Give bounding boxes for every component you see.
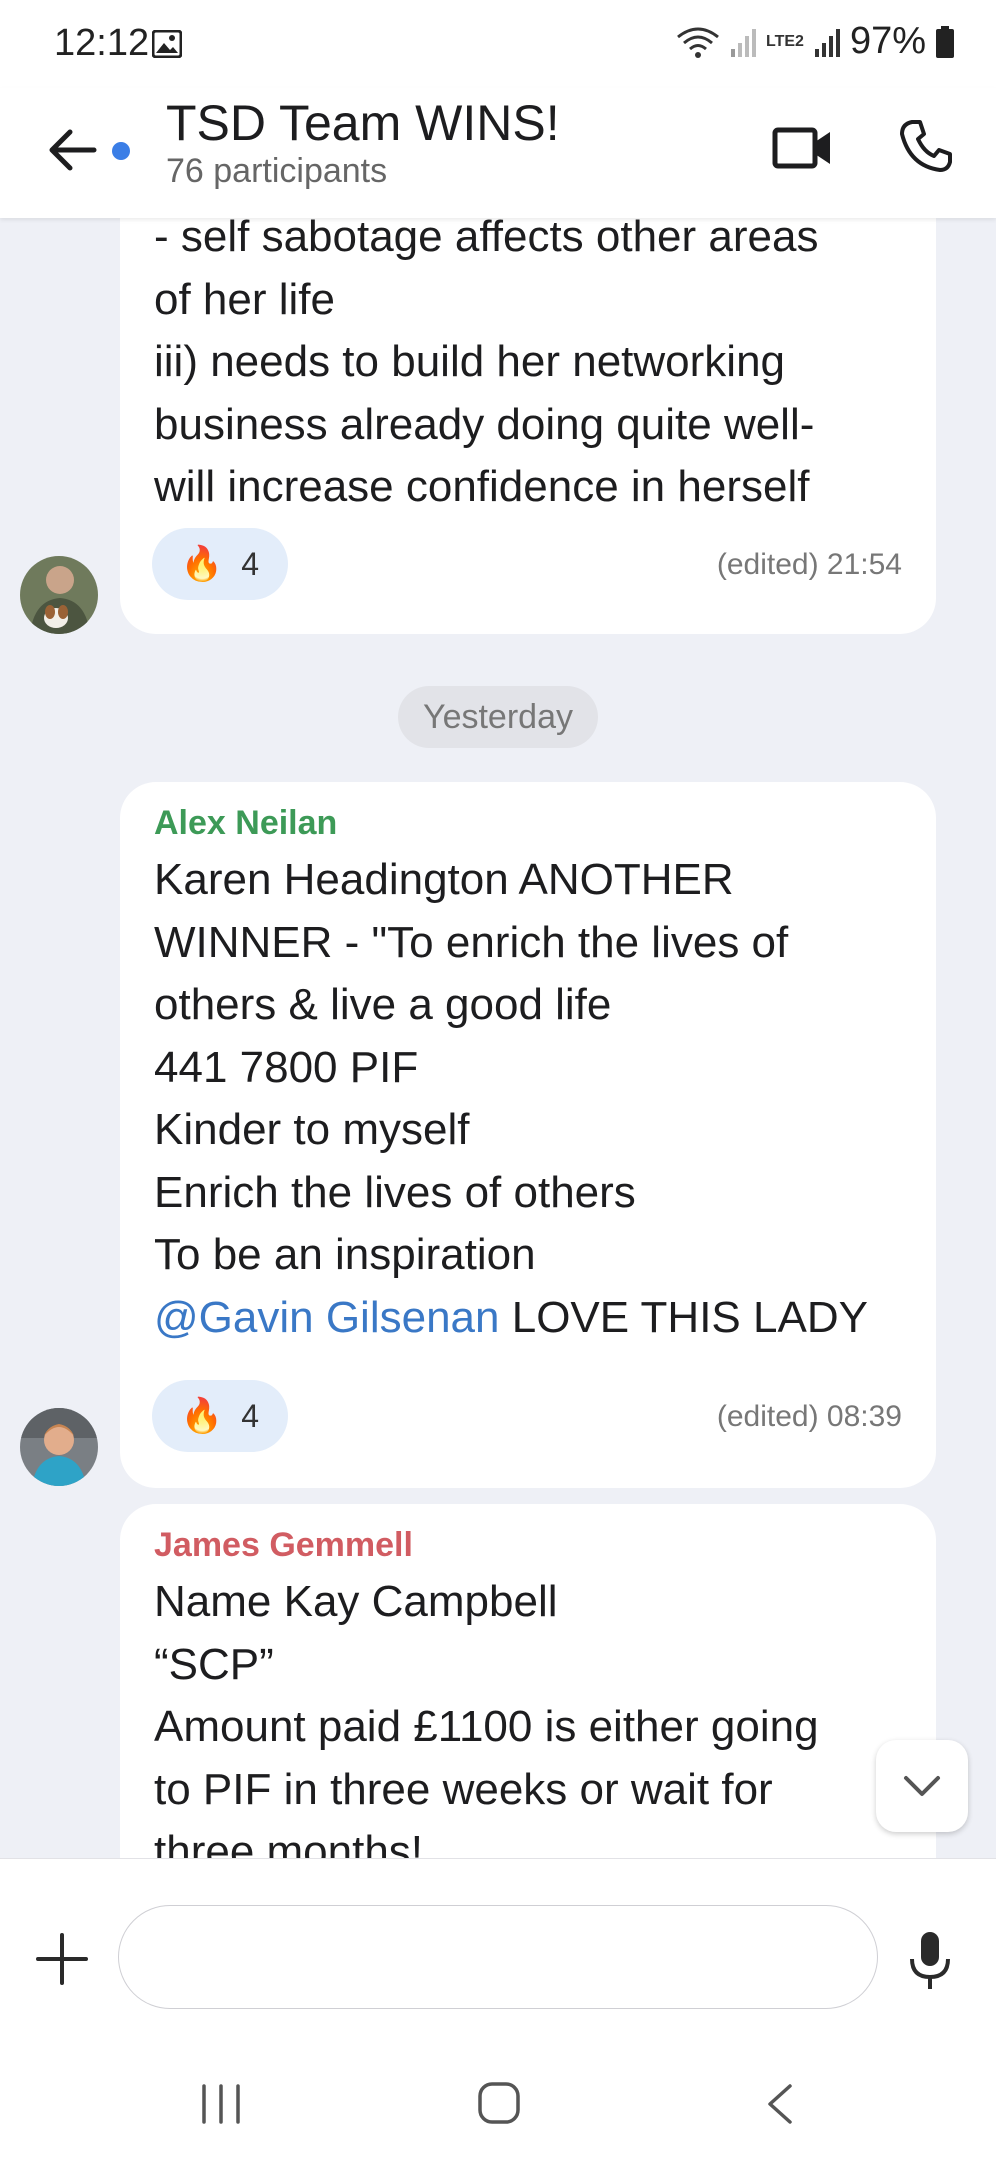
chat-title[interactable]: TSD Team WINS! <box>166 94 560 152</box>
message-line-suffix: LOVE THIS LADY <box>499 1292 868 1342</box>
fire-emoji-icon: 🔥 <box>180 545 224 583</box>
message-line: “SCP” <box>154 1639 274 1689</box>
message-bubble[interactable]: Alex Neilan Karen Headington ANOTHER WIN… <box>120 782 936 1488</box>
scroll-to-bottom-button[interactable] <box>876 1740 968 1832</box>
message-line: Enrich the lives of others <box>154 1167 636 1217</box>
user-photo-icon <box>20 1408 98 1486</box>
battery-icon <box>936 25 954 58</box>
message-line: to PIF in three weeks or wait for <box>154 1764 773 1814</box>
reaction-chip[interactable]: 🔥 4 <box>152 1380 288 1452</box>
message-line: - self sabotage affects other areas <box>154 218 819 261</box>
signal-strength-icon <box>814 28 840 57</box>
message-text: - self sabotage affects other areas of h… <box>154 218 902 519</box>
home-icon[interactable] <box>478 2082 520 2124</box>
recent-apps-icon[interactable] <box>198 2084 244 2124</box>
message-line: @Gavin Gilsenan LOVE THIS LADY <box>154 1287 902 1350</box>
message-timestamp: (edited) 21:54 <box>716 548 902 581</box>
user-mention-link[interactable]: @Gavin Gilsenan <box>154 1293 500 1342</box>
sender-name[interactable]: Alex Neilan <box>154 804 902 843</box>
chevron-down-icon <box>904 1776 940 1796</box>
message-line: business already doing quite well- <box>154 399 815 449</box>
sender-name[interactable]: James Gemmell <box>154 1526 902 1565</box>
avatar[interactable] <box>20 556 98 634</box>
message-timestamp: (edited) 08:39 <box>716 1400 902 1433</box>
status-bar: 12:12 LTE2 97% <box>0 0 996 88</box>
message-list[interactable]: - self sabotage affects other areas of h… <box>0 218 996 1858</box>
message-line: To be an inspiration <box>154 1230 536 1279</box>
message-line: Amount paid £1100 is either going <box>154 1702 819 1751</box>
signal-weak-icon <box>731 28 756 57</box>
reaction-count: 4 <box>241 545 260 582</box>
avatar[interactable] <box>20 1408 98 1486</box>
status-time: 12:12 <box>54 22 150 64</box>
day-separator: Yesterday <box>398 686 598 748</box>
message-input[interactable] <box>118 1905 878 2009</box>
microphone-icon[interactable] <box>900 1929 960 1991</box>
status-indicators: LTE2 97% <box>676 20 954 63</box>
message-line: Name Kay Campbell <box>154 1577 558 1626</box>
phone-call-icon[interactable] <box>898 118 954 174</box>
message-line: of her life <box>154 274 335 324</box>
message-text: Name Kay Campbell “SCP” Amount paid £110… <box>154 1571 902 1858</box>
back-arrow-icon[interactable] <box>44 122 100 178</box>
participant-count[interactable]: 76 participants <box>166 152 387 191</box>
user-photo-icon <box>20 556 98 634</box>
message-line: iii) needs to build her networking <box>154 337 786 386</box>
message-line: Kinder to myself <box>154 1105 470 1154</box>
gallery-notification-icon <box>152 30 182 58</box>
network-type-label: LTE2 <box>766 32 804 50</box>
reaction-count: 4 <box>241 1397 260 1434</box>
message-line: WINNER - "To enrich the lives of <box>154 917 789 967</box>
message-bubble[interactable]: - self sabotage affects other areas of h… <box>120 218 936 634</box>
battery-percentage: 97% <box>849 20 926 62</box>
nav-back-icon[interactable] <box>764 2082 796 2126</box>
message-line: Karen Headington ANOTHER <box>154 855 734 904</box>
reaction-chip[interactable]: 🔥 4 <box>152 528 288 600</box>
message-text: Karen Headington ANOTHER WINNER - "To en… <box>154 849 902 1349</box>
add-attachment-icon[interactable] <box>36 1933 88 1985</box>
message-composer <box>0 1858 996 2049</box>
chat-header: TSD Team WINS! 76 participants <box>0 88 996 218</box>
message-line: 441 7800 PIF <box>154 1042 419 1092</box>
system-navigation-bar <box>0 2048 996 2160</box>
wifi-icon <box>677 27 719 58</box>
message-line: will increase confidence in herself <box>154 462 810 511</box>
message-line: three months! <box>154 1827 424 1858</box>
message-line: others & live a good life <box>154 980 612 1029</box>
message-bubble[interactable]: James Gemmell Name Kay Campbell “SCP” Am… <box>120 1504 936 1858</box>
fire-emoji-icon: 🔥 <box>180 1397 224 1435</box>
video-call-icon[interactable] <box>772 120 834 176</box>
unread-indicator-dot <box>112 142 130 160</box>
